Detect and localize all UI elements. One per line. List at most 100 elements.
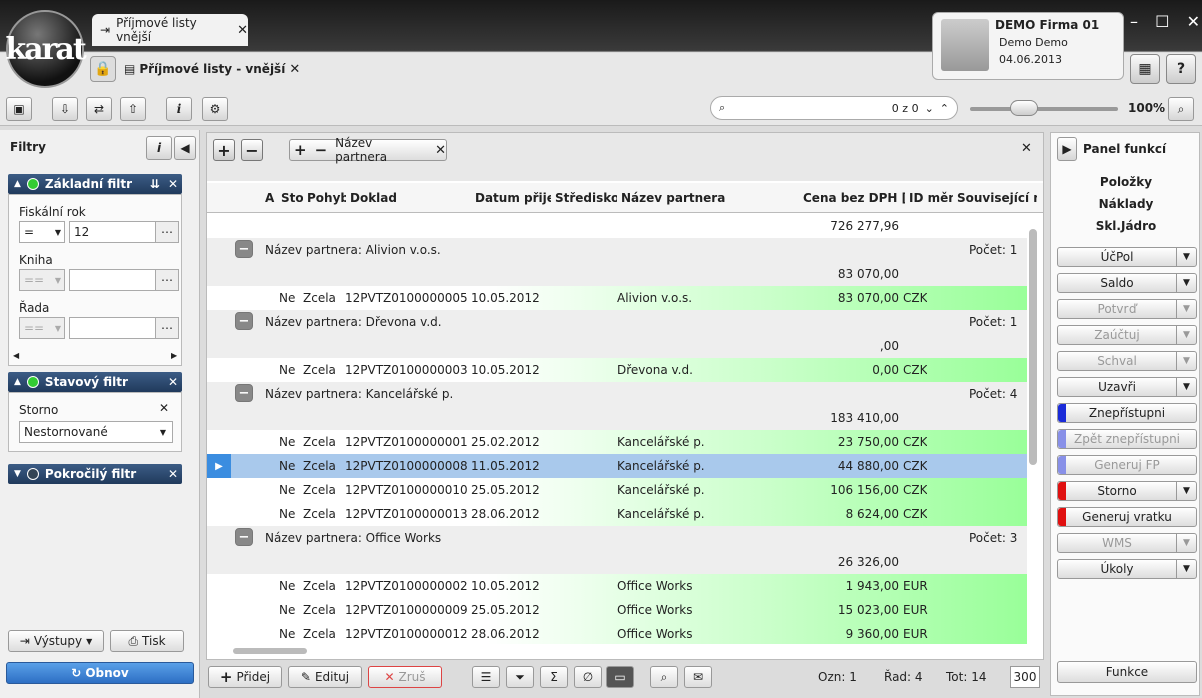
function-button[interactable]: Zaúčtuj ▼: [1057, 325, 1197, 345]
fiscal-year-lookup[interactable]: ⋯: [155, 221, 179, 243]
plus-icon[interactable]: +: [294, 141, 307, 159]
function-button[interactable]: Generuj vratku: [1057, 507, 1197, 527]
series-operator[interactable]: == ▼: [19, 317, 65, 339]
dropdown-icon[interactable]: ▼: [1176, 274, 1196, 292]
function-button[interactable]: Schval ▼: [1057, 351, 1197, 371]
collapse-group-icon[interactable]: −: [235, 240, 253, 258]
column-header[interactable]: Pohyby: [307, 191, 346, 205]
function-link[interactable]: Skl.Jádro: [1051, 219, 1201, 233]
minimize-icon[interactable]: –: [1130, 12, 1138, 32]
chevron-down-icon[interactable]: ⌄: [925, 102, 934, 115]
info-button[interactable]: i: [166, 97, 192, 121]
refresh-button[interactable]: ↻ Obnov: [6, 662, 194, 684]
remove-group-icon[interactable]: ✕: [435, 143, 446, 158]
expand-all-button[interactable]: +: [213, 139, 235, 161]
group-sum-row[interactable]: 83 070,00: [207, 262, 1027, 286]
search-input[interactable]: [731, 102, 886, 114]
sum-button[interactable]: Σ: [540, 666, 568, 688]
dropdown-icon[interactable]: ▼: [1176, 248, 1196, 266]
export-button[interactable]: ⇧: [120, 97, 146, 121]
group-header-row[interactable]: − Název partnera: Kancelářské p. Počet: 4: [207, 382, 1027, 406]
close-subtab-icon[interactable]: ✕: [289, 62, 300, 77]
table-row[interactable]: Ne Zcela 12PVTZ0100000013 28.06.2012 Kancelá…: [207, 502, 1027, 526]
group-header-row[interactable]: − Název partnera: Alivion v.o.s. Počet: 1: [207, 238, 1027, 262]
collapse-icon[interactable]: ▲: [14, 377, 21, 387]
outputs-button[interactable]: ⇥ Výstupy ▼: [8, 630, 104, 652]
column-header[interactable]: Datum přijetí: [475, 191, 551, 205]
help-button[interactable]: ?: [1166, 54, 1196, 84]
group-sum-row[interactable]: 26 326,00: [207, 550, 1027, 574]
zoom-slider-track[interactable]: [970, 107, 1118, 111]
edit-button[interactable]: ✎ Edituj: [288, 666, 362, 688]
column-header[interactable]: ID měny: [909, 191, 953, 205]
column-header[interactable]: Název partnera: [621, 191, 799, 205]
column-header[interactable]: Sto: [281, 191, 303, 205]
column-header[interactable]: A: [265, 191, 277, 205]
table-row[interactable]: Ne Zcela 12PVTZ0100000001 25.02.2012 Kancelá…: [207, 430, 1027, 454]
tab-prijmove-listy[interactable]: ⇥ Příjmové listy vnější ✕: [92, 14, 248, 46]
series-input[interactable]: [69, 317, 157, 339]
clear-icon[interactable]: ✕: [159, 401, 169, 415]
scroll-left-icon[interactable]: ◀: [13, 351, 19, 360]
function-button[interactable]: Znepřístupni: [1057, 403, 1197, 423]
dropdown-icon[interactable]: ▼: [1176, 326, 1196, 344]
table-row[interactable]: Ne Zcela 12PVTZ0100000012 28.06.2012 Office …: [207, 622, 1027, 644]
table-row[interactable]: Ne Zcela 12PVTZ0100000009 25.05.2012 Office …: [207, 598, 1027, 622]
close-icon[interactable]: ✕: [168, 467, 178, 481]
print-button[interactable]: ⎙ Tisk: [110, 630, 184, 652]
list-button[interactable]: ☰: [472, 666, 500, 688]
column-header[interactable]: Doklad: [350, 191, 471, 205]
function-link[interactable]: Náklady: [1051, 197, 1201, 211]
fiscal-year-operator[interactable]: = ▼: [19, 221, 65, 243]
function-button[interactable]: ÚčPol ▼: [1057, 247, 1197, 267]
function-button[interactable]: Zpět znepřístupni: [1057, 429, 1197, 449]
function-button[interactable]: Saldo ▼: [1057, 273, 1197, 293]
table-row[interactable]: Ne Zcela 12PVTZ0100000003 10.05.2012 Dřevona…: [207, 358, 1027, 382]
table-row[interactable]: Ne Zcela 12PVTZ0100000002 10.05.2012 Office …: [207, 574, 1027, 598]
collapse-functions-button[interactable]: ▶: [1057, 137, 1077, 161]
settings-button[interactable]: ⚙: [202, 97, 228, 121]
basic-filter-header[interactable]: ▲ Základní filtr ⇊ ✕: [8, 174, 182, 194]
page-size-input[interactable]: 300: [1010, 666, 1040, 688]
subtab-prijmove-listy[interactable]: ▤ Příjmové listy - vnější ✕: [124, 56, 300, 82]
table-row[interactable]: Ne Zcela 12PVTZ0100000005 10.05.2012 Alivion…: [207, 286, 1027, 310]
scroll-right-icon[interactable]: ▶: [171, 351, 177, 360]
expand-icon[interactable]: ▼: [14, 469, 21, 479]
function-button[interactable]: Uzavři ▼: [1057, 377, 1197, 397]
status-filter-header[interactable]: ▲ Stavový filtr ✕: [8, 372, 182, 392]
layout-button[interactable]: ▦: [1130, 54, 1160, 84]
comment-button[interactable]: ✉: [684, 666, 712, 688]
close-tab-icon[interactable]: ✕: [237, 23, 248, 38]
sort-icon[interactable]: ⇊: [150, 177, 160, 191]
view-button[interactable]: ▭: [606, 666, 634, 688]
chevron-up-icon[interactable]: ⌃: [940, 102, 949, 115]
add-button[interactable]: + Přidej: [208, 666, 282, 688]
maximize-icon[interactable]: ☐: [1155, 12, 1169, 32]
search-box[interactable]: ⌕ 0 z 0 ⌄ ⌃: [710, 96, 958, 120]
lock-button[interactable]: 🔒: [90, 56, 116, 82]
close-icon[interactable]: ✕: [168, 177, 178, 191]
table-row[interactable]: Ne Zcela 12PVTZ0100000010 25.05.2012 Kancelá…: [207, 478, 1027, 502]
dropdown-icon[interactable]: ▼: [1176, 300, 1196, 318]
horizontal-scrollbar[interactable]: [233, 648, 307, 654]
column-header[interactable]: Související na: [957, 191, 1037, 205]
close-grouping-icon[interactable]: ✕: [1021, 141, 1032, 156]
function-link[interactable]: Položky: [1051, 175, 1201, 189]
collapse-group-icon[interactable]: −: [235, 312, 253, 330]
filter-info-button[interactable]: i: [146, 136, 172, 160]
zoom-slider-knob[interactable]: [1010, 100, 1038, 116]
filter-button[interactable]: ⏷: [506, 666, 534, 688]
collapse-filters-button[interactable]: ◀: [174, 136, 196, 160]
function-button[interactable]: Potvrď ▼: [1057, 299, 1197, 319]
series-lookup[interactable]: ⋯: [155, 317, 179, 339]
group-chip[interactable]: + − Název partnera ✕: [289, 136, 447, 164]
group-header-row[interactable]: − Název partnera: Dřevona v.d. Počet: 1: [207, 310, 1027, 334]
group-sum-row[interactable]: 183 410,00: [207, 406, 1027, 430]
dropdown-icon[interactable]: ▼: [1176, 482, 1196, 500]
import-button[interactable]: ⇩: [52, 97, 78, 121]
vertical-scrollbar[interactable]: [1029, 229, 1037, 465]
group-header-row[interactable]: − Název partnera: Office Works Počet: 3: [207, 526, 1027, 550]
function-button[interactable]: Storno ▼: [1057, 481, 1197, 501]
collapse-icon[interactable]: ▲: [14, 179, 21, 189]
collapse-all-button[interactable]: −: [241, 139, 263, 161]
